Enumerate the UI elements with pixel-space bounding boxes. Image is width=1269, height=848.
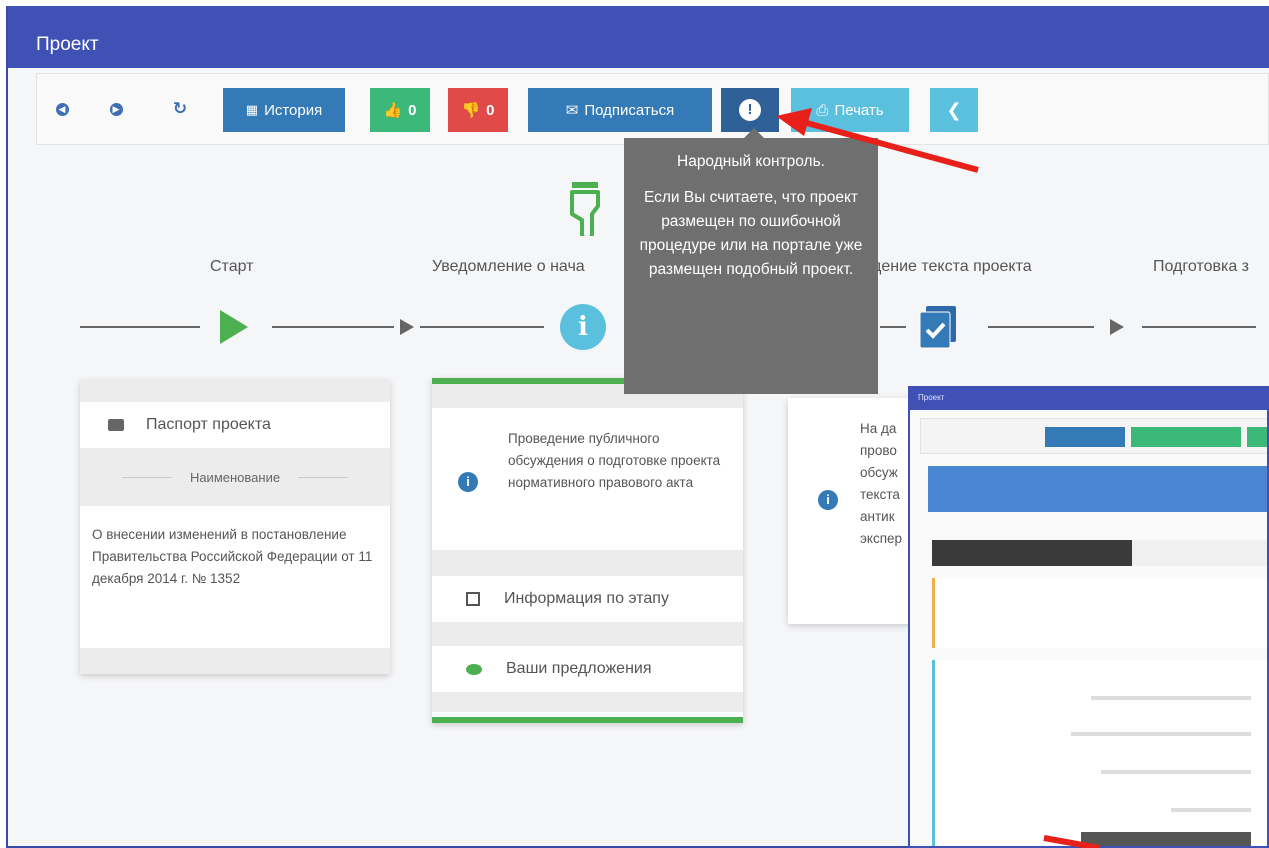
timeline-line <box>1142 326 1256 328</box>
red-annotation-arrow <box>1043 835 1100 848</box>
inset-screenshot: Проект <box>908 386 1269 848</box>
text-description: На да прово обсуж текста антик экспер <box>860 421 903 546</box>
timeline-line <box>880 326 906 328</box>
step-prep-label: Подготовка з <box>1153 258 1249 275</box>
inset-card <box>932 578 1267 648</box>
briefcase-icon <box>108 419 124 431</box>
stage-info-link[interactable]: Информация по этапу <box>432 576 743 622</box>
info-icon: i <box>818 490 838 510</box>
comment-icon <box>466 663 482 675</box>
subscribe-label: Подписаться <box>584 101 675 119</box>
history-label: История <box>264 101 323 119</box>
history-button[interactable]: ▦ История <box>223 88 345 132</box>
notice-description: Проведение публичного обсуждения о подго… <box>508 431 721 490</box>
inset-title: Проект <box>910 388 1267 410</box>
arrow-left-icon: ◀ <box>55 102 69 116</box>
inset-toolbar <box>920 418 1267 454</box>
exclamation-icon: ! <box>739 99 761 121</box>
title-bar: Проект <box>8 6 1269 68</box>
step-text-label: дение текста проекта <box>872 258 1032 275</box>
timeline-arrow <box>400 319 414 335</box>
stage-info-label: Информация по этапу <box>504 590 669 607</box>
proposals-link[interactable]: Ваши предложения <box>432 646 743 692</box>
proposals-label: Ваши предложения <box>506 660 652 677</box>
forward-button[interactable]: ▶ <box>107 100 125 118</box>
envelope-icon: ✉ <box>565 102 579 119</box>
back-button[interactable]: ◀ <box>53 100 71 118</box>
timeline-line <box>80 326 200 328</box>
arrow-right-icon: ▶ <box>109 102 123 116</box>
inset-breadcrumb <box>932 540 1267 566</box>
red-annotation-arrow <box>776 108 979 173</box>
name-subheading-row: Наименование <box>80 448 390 506</box>
step-notice-label: Уведомление о нача <box>432 258 585 275</box>
timeline-line <box>420 326 544 328</box>
info-icon: i <box>458 472 478 492</box>
dislikes-count: 0 <box>486 101 495 119</box>
timeline-line <box>272 326 394 328</box>
like-button[interactable]: 👍 0 <box>370 88 430 132</box>
notice-card: i Проведение публичного обсуждения о под… <box>432 378 743 723</box>
passport-card: Паспорт проекта Наименование О внесении … <box>80 380 390 674</box>
document-check-icon[interactable] <box>918 306 960 350</box>
hand-pointer-icon <box>560 180 610 241</box>
refresh-icon: ↻ <box>172 99 188 118</box>
dislike-button[interactable]: 👎 0 <box>448 88 508 132</box>
refresh-button[interactable]: ↻ <box>171 99 189 118</box>
thumbs-down-icon: 👎 <box>461 102 481 119</box>
passport-heading: Паспорт проекта <box>146 416 271 433</box>
text-card: i На да прово обсуж текста антик экспер <box>788 398 918 624</box>
window-title: Проект <box>36 34 99 55</box>
toolbar: ◀ ▶ ↻ ▦ История 👍 0 👎 0 ✉ Подписаться ! … <box>36 73 1269 145</box>
notice-description-block: i Проведение публичного обсуждения о под… <box>432 408 743 550</box>
timeline-line <box>988 326 1094 328</box>
calendar-icon: ▦ <box>245 102 259 117</box>
likes-count: 0 <box>408 101 417 119</box>
subscribe-button[interactable]: ✉ Подписаться <box>528 88 712 132</box>
inset-card-list <box>932 660 1267 846</box>
project-name: О внесении изменений в постановление Пра… <box>92 527 373 586</box>
thumbs-up-icon: 👍 <box>383 102 403 119</box>
play-icon[interactable] <box>220 310 248 344</box>
info-circle-icon[interactable]: i <box>560 304 606 350</box>
step-start-label: Старт <box>210 258 254 275</box>
list-icon <box>466 592 480 606</box>
timeline-arrow <box>1110 319 1124 335</box>
inset-status-bar <box>928 466 1267 512</box>
passport-subheading: Наименование <box>189 469 281 485</box>
tooltip-body: Если Вы считаете, что проект размещен по… <box>639 189 863 278</box>
